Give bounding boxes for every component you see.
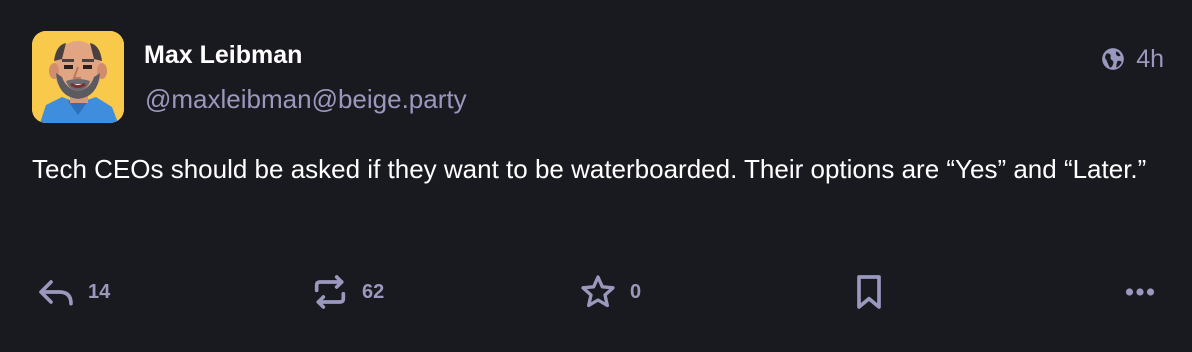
bookmark-button[interactable] (852, 270, 886, 314)
reply-count: 14 (88, 280, 111, 303)
avatar[interactable] (32, 31, 124, 123)
more-horizontal-icon (1122, 272, 1158, 312)
status-card: Max Leibman @maxleibman@beige.party 4h T… (0, 0, 1192, 352)
bookmark-icon (852, 272, 886, 312)
boost-button[interactable]: 62 (310, 270, 384, 314)
display-name[interactable]: Max Leibman (144, 40, 302, 70)
favourite-button[interactable]: 0 (578, 270, 641, 314)
post-meta: 4h (1100, 44, 1164, 74)
timestamp[interactable]: 4h (1136, 44, 1164, 74)
avatar-portrait-image (32, 31, 124, 123)
post-content: Tech CEOs should be asked if they want t… (32, 154, 1147, 184)
reply-icon (36, 272, 76, 312)
globe-icon (1100, 46, 1126, 72)
boost-count: 62 (362, 280, 385, 303)
favourite-count: 0 (630, 280, 642, 303)
action-bar: 14 62 0 (0, 270, 1192, 314)
account-handle[interactable]: @maxleibman@beige.party (145, 84, 467, 114)
reply-button[interactable]: 14 (36, 270, 110, 314)
star-icon (578, 272, 618, 312)
more-options-button[interactable] (1122, 270, 1158, 314)
boost-icon (310, 272, 350, 312)
